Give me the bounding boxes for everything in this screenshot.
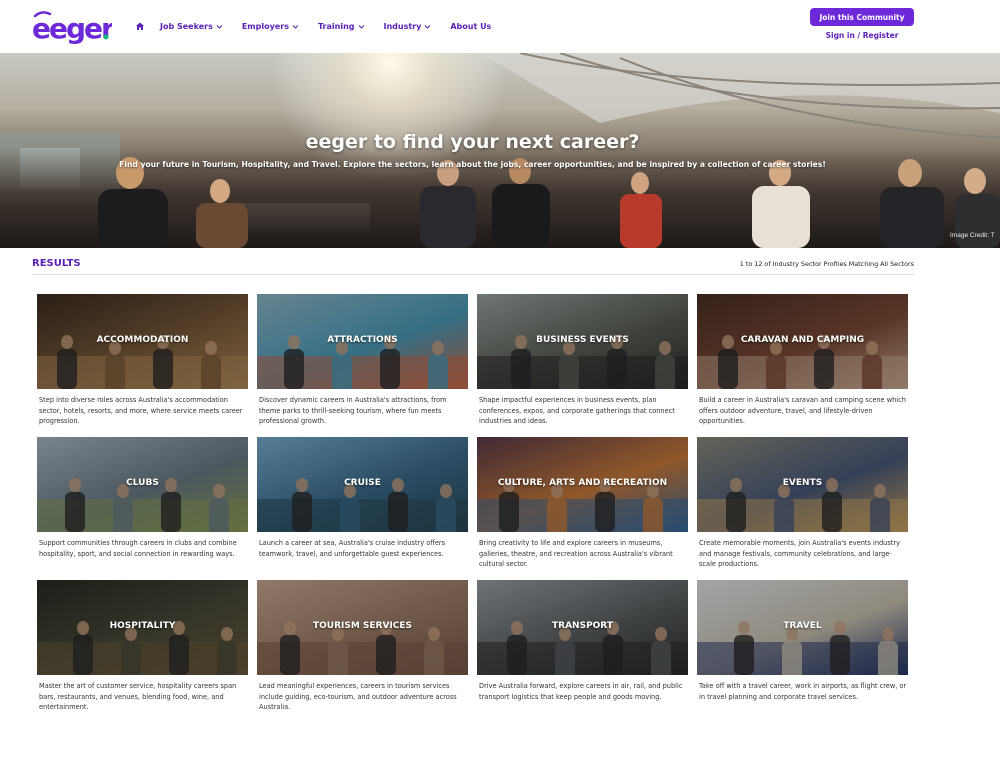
sector-card[interactable]: BUSINESS EVENTS Shape impactful experienc… [477,294,688,432]
chevron-down-icon [292,24,299,29]
sector-card-description: Launch a career at sea, Australia's crui… [259,539,446,558]
nav-training[interactable]: Training [318,22,365,31]
home-icon[interactable] [135,21,145,31]
sector-card-description: Create memorable moments, join Australia… [699,539,900,568]
sector-card-title[interactable]: BUSINESS EVENTS [477,335,688,345]
nav-label: Industry [383,21,422,31]
sector-card-title[interactable]: CRUISE [257,478,468,488]
sector-card[interactable]: TOURISM SERVICES Lead meaningful experien… [257,580,468,718]
sector-card[interactable]: CULTURE, ARTS AND RECREATION Bring creati… [477,437,688,575]
sector-card[interactable]: CARAVAN AND CAMPING Build a career in Aus… [697,294,908,432]
nav-label: Job Seekers [160,21,213,31]
nav-label: Employers [241,21,289,31]
sector-card-image[interactable]: TRAVEL [697,580,908,675]
join-community-button[interactable]: Join this Community [810,8,914,26]
sector-card-description: Bring creativity to life and explore car… [479,539,673,568]
sector-card[interactable]: ACCOMMODATION Step into diverse roles acr… [37,294,248,432]
hero-subtitle: Find your future in Tourism, Hospitality… [119,160,826,169]
sector-card-image[interactable]: CRUISE [257,437,468,532]
sector-card[interactable]: TRAVEL Take off with a travel career, wor… [697,580,908,718]
sector-card-description: Discover dynamic careers in Australia's … [259,396,447,425]
nav-about-us[interactable]: About Us [450,22,491,31]
image-credit: Image Credit: T [950,232,995,239]
sector-card-title[interactable]: ACCOMMODATION [37,335,248,345]
sector-card[interactable]: TRANSPORT Drive Australia forward, explor… [477,580,688,718]
sector-card-title[interactable]: HOSPITALITY [37,621,248,631]
sector-card-image[interactable]: BUSINESS EVENTS [477,294,688,389]
sector-card-description: Drive Australia forward, explore careers… [479,682,683,701]
signin-register-link[interactable]: Sign in / Register [810,31,914,40]
nav-employers[interactable]: Employers [242,22,299,31]
sector-card-title[interactable]: TRAVEL [697,621,908,631]
main-nav: Job Seekers Employers Training Industry … [135,21,510,31]
chevron-down-icon [216,24,223,29]
divider [32,274,914,275]
sector-card-image[interactable]: TOURISM SERVICES [257,580,468,675]
nav-label: About Us [450,21,492,31]
sector-card-image[interactable]: TRANSPORT [477,580,688,675]
sector-card-image[interactable]: HOSPITALITY [37,580,248,675]
sector-card[interactable]: CLUBS Support communities through careers… [37,437,248,575]
sector-card-description: Shape impactful experiences in business … [479,396,675,425]
nav-job-seekers[interactable]: Job Seekers [160,22,223,31]
sector-card-image[interactable]: CLUBS [37,437,248,532]
sector-card[interactable]: HOSPITALITY Master the art of customer se… [37,580,248,718]
sector-card[interactable]: CRUISE Launch a career at sea, Australia'… [257,437,468,575]
sector-card[interactable]: ATTRACTIONS Discover dynamic careers in A… [257,294,468,432]
sector-card-image[interactable]: ATTRACTIONS [257,294,468,389]
hero-title: eeger to find your next career? [305,131,640,153]
sector-card-image[interactable]: EVENTS [697,437,908,532]
chevron-down-icon [358,24,364,29]
sector-card-title[interactable]: TRANSPORT [477,621,688,631]
results-count: 1 to 12 of Industry Sector Profiles Matc… [739,260,914,268]
eeger-logo[interactable]: eeger [32,8,112,44]
sector-card[interactable]: EVENTS Create memorable moments, join Aus… [697,437,908,575]
hero-banner: eeger to find your next career? Find you… [0,53,1000,248]
sector-card-image[interactable]: CULTURE, ARTS AND RECREATION [477,437,688,532]
results-heading: RESULTS [32,258,81,269]
chevron-down-icon [424,24,431,29]
sector-card-title[interactable]: EVENTS [697,478,908,488]
sector-card-description: Support communities through careers in c… [39,539,237,558]
sector-card-title[interactable]: CARAVAN AND CAMPING [697,335,908,345]
sector-card-title[interactable]: TOURISM SERVICES [257,621,468,631]
sector-card-description: Build a career in Australia's caravan an… [699,396,906,425]
sector-card-image[interactable]: ACCOMMODATION [37,294,248,389]
sector-card-description: Take off with a travel career, work in a… [699,682,907,701]
svg-text:eeger: eeger [32,12,112,44]
nav-label: Training [317,21,355,31]
sector-card-description: Lead meaningful experiences, careers in … [259,682,457,711]
sector-card-description: Step into diverse roles across Australia… [39,396,243,425]
nav-industry[interactable]: Industry [384,22,432,31]
sector-card-title[interactable]: ATTRACTIONS [257,335,468,345]
site-header: eeger Job Seekers Employers Training Ind… [0,0,1000,53]
sector-card-title[interactable]: CLUBS [37,478,248,488]
sector-card-title[interactable]: CULTURE, ARTS AND RECREATION [477,478,688,488]
sector-card-image[interactable]: CARAVAN AND CAMPING [697,294,908,389]
sector-card-description: Master the art of customer service, hosp… [39,682,237,711]
